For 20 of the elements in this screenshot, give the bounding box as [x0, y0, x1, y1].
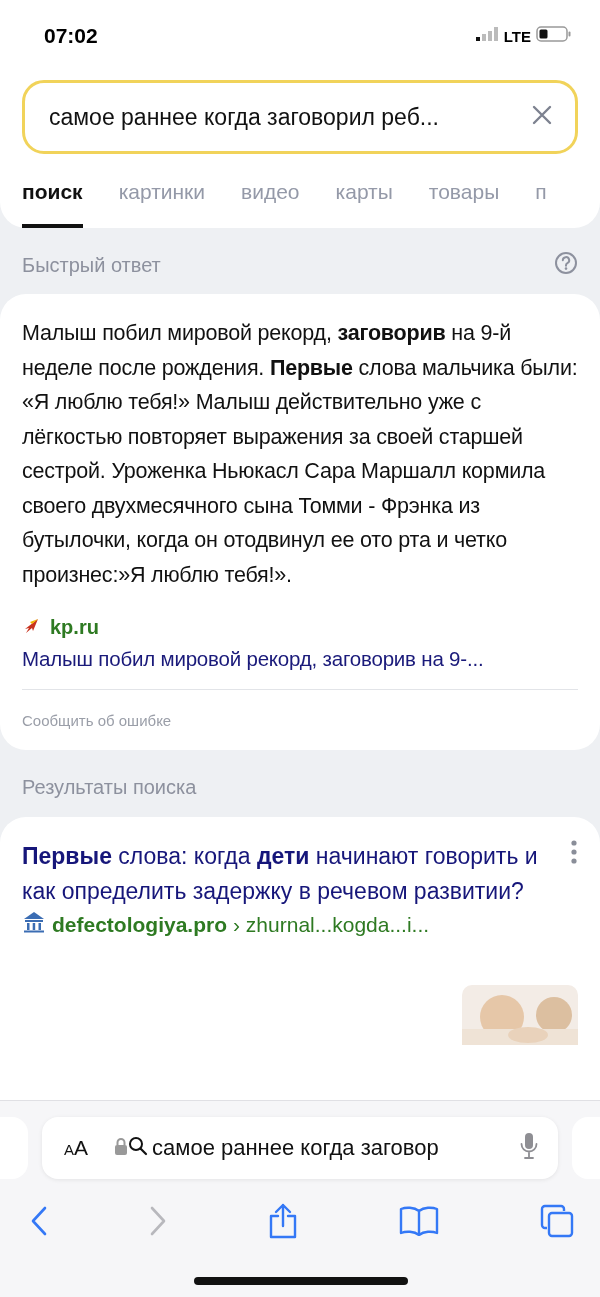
result-title-link[interactable]: Первые слова: когда дети начинают говорить и как определить задержку в речевом развитии? — [22, 839, 560, 909]
address-bar[interactable]: AA самое раннее когда заговор — [42, 1117, 558, 1179]
result-domain[interactable]: defectologiya.pro — [52, 912, 228, 937]
search-tab[interactable]: п — [535, 176, 547, 228]
search-tab[interactable]: поиск — [22, 176, 83, 228]
search-tab[interactable]: карты — [335, 176, 393, 228]
search-field[interactable]: самое раннее когда заговорил реб... — [22, 80, 578, 154]
section-heading: Результаты поиска — [21, 775, 198, 799]
result-path: › zhurnal...kogda...i... — [233, 912, 430, 937]
source-domain[interactable]: kp.ru — [50, 616, 99, 639]
source-link[interactable]: Малыш побил мировой рекорд, заговорив на 9-... — [22, 647, 484, 671]
answer-text: Малыш побил мировой рекорд, заговорив на 9-й неделе после рождения. Первые слова мальчика были: «Я люблю тебя!» Малыш действительно уже с лёгкостью повторяет выражения за своей старшей сестрой. Уроженка Ньюкасл Сара Маршалл кормила своего двухмесячного сына Томми - Фрэнка из бутылочки, когда он отодвинул ее ото рта и четко произнес:»Я люблю тебя!». — [22, 320, 578, 589]
network-label: LTE — [503, 27, 531, 45]
section-heading: Быстрый ответ — [22, 253, 162, 277]
text-size-button[interactable]: AA — [64, 1136, 89, 1160]
search-tab[interactable]: видео — [241, 176, 300, 228]
search-tab[interactable]: картинки — [118, 176, 206, 228]
report-error-link[interactable]: Сообщить об ошибке — [22, 712, 172, 729]
search-tab[interactable]: товары — [428, 176, 500, 228]
status-time: 07:02 — [44, 24, 99, 48]
